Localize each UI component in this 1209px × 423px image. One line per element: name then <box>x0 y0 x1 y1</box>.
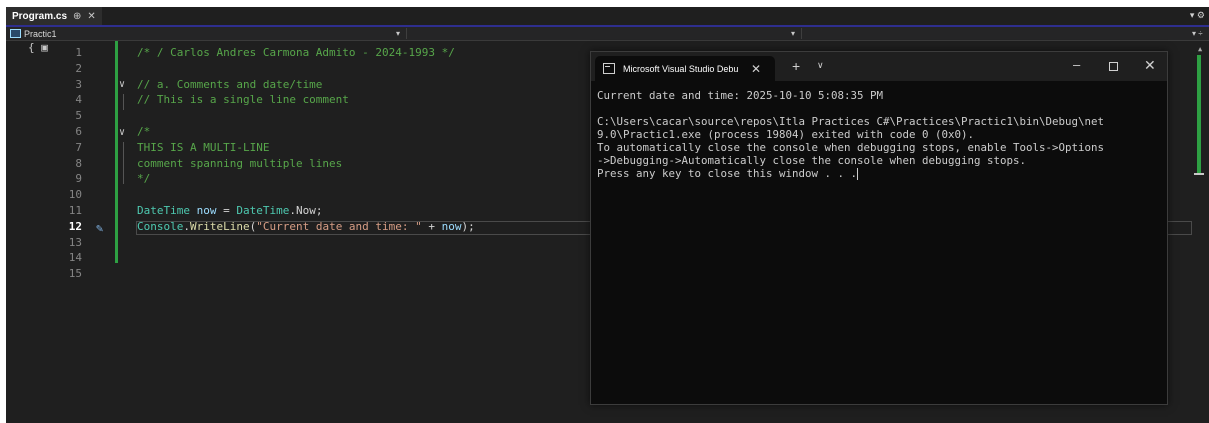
tab-title: Program.cs <box>12 10 68 22</box>
code-token: + <box>421 219 442 233</box>
code-token-variable: now <box>196 204 217 217</box>
code-line-9: */ <box>137 172 151 186</box>
code-line-11: DateTime now = DateTime.Now; <box>137 203 322 219</box>
fold-icon[interactable]: ∨ <box>119 127 125 138</box>
navigation-bar: Practic1 ▾ ▾ ▾ ÷ <box>6 27 1209 41</box>
line-number: 2 <box>75 61 82 75</box>
visual-studio-window: Program.cs ⊕ ✕ ▾ ⚙ Practic1 ▾ ▾ ▾ ÷ { ▣ … <box>6 7 1209 423</box>
line-number: 7 <box>75 140 82 154</box>
console-line: C:\Users\cacar\source\repos\Itla Practic… <box>597 115 1105 128</box>
nav-divider <box>406 28 407 39</box>
code-token-type: DateTime <box>236 204 290 217</box>
line-number-active: 12 <box>68 219 82 233</box>
close-window-icon[interactable]: ✕ <box>1144 57 1156 74</box>
minimize-icon[interactable]: – <box>1073 57 1080 72</box>
fold-icon[interactable]: ∨ <box>119 79 125 90</box>
line-number: 10 <box>68 188 82 202</box>
code-line-4: // This is a single line comment <box>137 93 349 107</box>
code-token: .Now; <box>289 204 323 217</box>
fold-guide <box>123 142 124 184</box>
vertical-scrollbar[interactable] <box>1194 41 1209 423</box>
member-dropdown-chevron-icon[interactable]: ▾ ÷ <box>1192 27 1203 40</box>
line-number: 8 <box>75 156 82 170</box>
fold-guide <box>123 94 124 110</box>
change-indicator-bar <box>115 41 118 263</box>
line-number: 5 <box>75 109 82 123</box>
console-output: Current date and time: 2025-10-10 5:08:3… <box>597 89 1163 180</box>
console-line-prompt: Press any key to close this window . . . <box>597 167 1163 180</box>
csharp-file-icon: { ▣ <box>28 41 48 54</box>
quick-action-brush-icon[interactable]: ✎ <box>96 221 103 235</box>
plus-icon[interactable]: + <box>792 58 800 74</box>
project-dropdown-chevron-icon[interactable]: ▾ <box>396 27 400 40</box>
maximize-icon[interactable] <box>1109 62 1118 71</box>
console-prompt-text: Press any key to close this window . . . <box>597 167 858 180</box>
code-line-1: /* / Carlos Andres Carmona Admito - 2024… <box>137 46 455 59</box>
text-cursor <box>857 168 859 180</box>
tab-overflow-chevron-icon[interactable]: ▾ ⚙ <box>1190 10 1205 21</box>
console-line: ->Debugging->Automatically close the con… <box>597 154 1027 167</box>
code-token-method: WriteLine <box>189 219 250 233</box>
nav-divider <box>801 28 802 39</box>
code-line-6: /* <box>137 125 151 138</box>
pin-icon[interactable]: ⊕ <box>73 11 81 22</box>
project-dropdown[interactable]: Practic1 <box>10 27 57 40</box>
chevron-down-icon[interactable]: ∨ <box>817 60 824 71</box>
project-name: Practic1 <box>24 28 57 39</box>
code-token-type: DateTime <box>137 204 190 217</box>
line-number: 13 <box>68 235 82 249</box>
line-number: 15 <box>68 267 82 281</box>
scroll-up-arrow-icon[interactable]: ▲ <box>1198 45 1202 53</box>
console-tab[interactable]: Microsoft Visual Studio Debu ✕ <box>595 56 775 81</box>
code-token: . <box>183 219 190 233</box>
code-token-type: Console <box>137 219 184 233</box>
code-token: ); <box>461 219 475 233</box>
code-line-8: comment spanning multiple lines <box>137 156 343 170</box>
code-line-3: // a. Comments and date/time <box>137 77 323 91</box>
console-title-bar: Microsoft Visual Studio Debu ✕ + ∨ – ✕ <box>591 52 1167 81</box>
line-number: 9 <box>75 172 82 186</box>
document-tab-bar: Program.cs ⊕ ✕ ▾ ⚙ <box>6 7 1209 27</box>
code-token: = <box>216 204 237 217</box>
close-icon[interactable]: ✕ <box>751 62 761 76</box>
console-tab-title: Microsoft Visual Studio Debu <box>623 63 739 74</box>
line-number: 11 <box>68 204 82 217</box>
line-number: 6 <box>75 125 82 138</box>
type-dropdown-chevron-icon[interactable]: ▾ <box>791 27 795 40</box>
code-token-string: "Current date and time: " <box>256 219 422 233</box>
code-token-variable: now <box>441 219 462 233</box>
console-icon <box>603 63 615 74</box>
line-number: 4 <box>75 93 82 107</box>
console-line: Current date and time: 2025-10-10 5:08:3… <box>597 89 884 102</box>
line-number: 1 <box>75 46 82 59</box>
scrollbar-caret-marker <box>1194 173 1204 175</box>
line-number: 14 <box>68 251 82 265</box>
console-line: To automatically close the console when … <box>597 141 1105 154</box>
console-line: 9.0\Practic1.exe (process 19804) exited … <box>597 128 975 141</box>
scrollbar-change-marker <box>1197 55 1201 175</box>
tab-program-cs[interactable]: Program.cs ⊕ ✕ <box>6 7 102 25</box>
debug-console-window[interactable]: Microsoft Visual Studio Debu ✕ + ∨ – ✕ C… <box>590 51 1168 405</box>
code-line-7: THIS IS A MULTI-LINE <box>137 140 270 154</box>
code-line-12: Console.WriteLine("Current date and time… <box>137 219 475 235</box>
project-icon <box>10 29 21 38</box>
line-number: 3 <box>75 77 82 91</box>
close-icon[interactable]: ✕ <box>87 11 95 22</box>
